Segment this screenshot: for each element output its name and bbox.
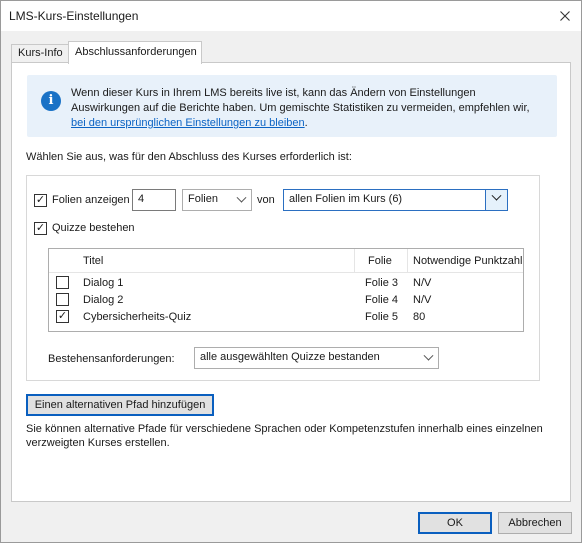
tab-panel: i Wenn dieser Kurs in Ihrem LMS bereits … [11,62,571,502]
window-title: LMS-Kurs-Einstellungen [9,9,139,23]
quiz-row[interactable]: Dialog 1 Folie 3 N/V [49,275,523,292]
quiz-title: Dialog 2 [83,294,124,306]
chevron-down-icon [491,190,502,201]
column-title[interactable]: Titel [83,255,103,267]
quiz-slide: Folie 5 [365,311,399,323]
slide-count-input[interactable]: 4 [132,189,176,211]
quiz-row-checkbox[interactable] [56,276,69,289]
pass-quizzes-label: Quizze bestehen [52,222,135,234]
chevron-down-icon [236,192,247,203]
quiz-row-checkbox[interactable]: ✓ [56,310,69,323]
slides-unit-value: Folien [188,193,218,205]
quiz-list: Titel Folie Notwendige Punktzahl Dialog … [48,248,524,332]
of-label: von [257,194,275,206]
info-text: Wenn dieser Kurs in Ihrem LMS bereits li… [71,86,547,131]
column-score[interactable]: Notwendige Punktzahl [413,255,522,267]
requirements-group: ✓ Folien anzeigen 4 Folien von allen Fol… [26,175,540,381]
column-separator [354,249,355,273]
quiz-score: N/V [413,277,432,289]
quiz-score: 80 [413,311,426,323]
settings-dialog: LMS-Kurs-Einstellungen Kurs-Info Abschlu… [0,0,582,543]
chevron-down-icon [423,350,434,361]
slides-unit-dropdown[interactable]: Folien [182,189,252,211]
keep-original-settings-link[interactable]: bei den ursprünglichen Einstellungen zu … [71,117,305,129]
pass-requirements-label: Bestehensanforderungen: [48,353,175,365]
slide-scope-dropdown-button[interactable] [485,190,507,210]
quiz-list-header: Titel Folie Notwendige Punktzahl [49,249,523,273]
quiz-score: N/V [413,294,432,306]
quiz-slide: Folie 4 [365,294,399,306]
info-banner: i Wenn dieser Kurs in Ihrem LMS bereits … [27,75,557,137]
slide-scope-dropdown[interactable]: allen Folien im Kurs (6) [283,189,508,211]
pass-requirements-value: alle ausgewählten Quizze bestanden [200,351,380,363]
close-icon[interactable] [555,6,575,26]
column-separator [407,249,408,273]
tab-kurs-info[interactable]: Kurs-Info [11,44,69,63]
pass-requirements-dropdown[interactable]: alle ausgewählten Quizze bestanden [194,347,439,369]
slide-scope-value: allen Folien im Kurs (6) [289,193,403,205]
view-slides-checkbox[interactable]: ✓ [34,194,47,207]
quiz-slide: Folie 3 [365,277,399,289]
quiz-row[interactable]: Dialog 2 Folie 4 N/V [49,292,523,309]
view-slides-label: Folien anzeigen [52,194,130,206]
title-bar: LMS-Kurs-Einstellungen [1,1,581,31]
info-period: . [304,117,308,129]
ok-button[interactable]: OK [418,512,492,534]
add-alternative-path-button[interactable]: Einen alternativen Pfad hinzufügen [26,394,214,416]
tab-abschlussanforderungen[interactable]: Abschlussanforderungen [68,41,202,64]
quiz-row[interactable]: ✓ Cybersicherheits-Quiz Folie 5 80 [49,309,523,326]
info-icon: i [41,91,61,111]
requirements-prompt: Wählen Sie aus, was für den Abschluss de… [26,151,352,163]
cancel-button[interactable]: Abbrechen [498,512,572,534]
pass-quizzes-checkbox[interactable]: ✓ [34,222,47,235]
quiz-row-checkbox[interactable] [56,293,69,306]
column-slide[interactable]: Folie [368,255,392,267]
quiz-title: Dialog 1 [83,277,124,289]
close-icon-glyph [560,11,570,21]
info-message: Wenn dieser Kurs in Ihrem LMS bereits li… [71,87,530,114]
alternative-path-description: Sie können alternative Pfade für verschi… [26,423,543,449]
quiz-title: Cybersicherheits-Quiz [83,311,192,323]
